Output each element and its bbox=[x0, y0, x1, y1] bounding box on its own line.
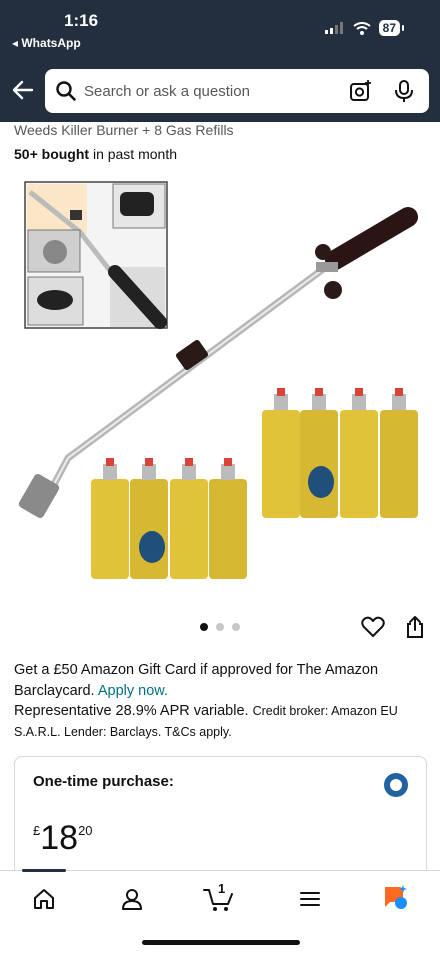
search-bar[interactable]: Search or ask a question bbox=[45, 69, 429, 113]
back-arrow-icon[interactable] bbox=[10, 77, 36, 103]
barclaycard-promo: Get a £50 Amazon Gift Card if approved f… bbox=[14, 660, 430, 742]
status-time: 1:16 bbox=[64, 11, 99, 30]
price-fraction: 20 bbox=[78, 823, 93, 838]
nav-active-indicator bbox=[22, 869, 66, 872]
apr-text: Representative 28.9% APR variable. bbox=[14, 703, 249, 719]
bought-count: 50+ bought bbox=[14, 146, 90, 162]
heart-icon[interactable] bbox=[361, 616, 385, 638]
status-icons: 87 bbox=[324, 20, 405, 36]
signal-icon bbox=[324, 22, 343, 34]
gas-canisters-back bbox=[262, 388, 418, 518]
gallery-dot-2[interactable] bbox=[216, 623, 224, 631]
product-image[interactable] bbox=[0, 172, 440, 612]
cart-button[interactable]: 1 bbox=[203, 881, 237, 913]
microphone-icon[interactable] bbox=[393, 79, 415, 103]
apply-now-link[interactable]: Apply now. bbox=[98, 683, 168, 699]
account-icon[interactable] bbox=[120, 887, 144, 911]
back-to-whatsapp[interactable]: ◂ WhatsApp bbox=[12, 36, 81, 50]
menu-icon[interactable] bbox=[298, 887, 322, 911]
bought-suffix: in past month bbox=[89, 146, 177, 162]
wifi-icon bbox=[353, 21, 371, 35]
search-input[interactable]: Search or ask a question bbox=[84, 83, 250, 100]
price-currency: £ bbox=[33, 823, 41, 838]
purchase-option-label: One-time purchase: bbox=[33, 773, 174, 790]
purchase-option-radio[interactable] bbox=[384, 773, 408, 797]
search-icon bbox=[56, 81, 76, 101]
price-whole: 18 bbox=[40, 819, 79, 857]
product-title[interactable]: Weeds Killer Burner + 8 Gas Refills bbox=[14, 122, 234, 138]
home-indicator bbox=[142, 940, 300, 945]
home-icon[interactable] bbox=[32, 887, 56, 911]
gas-canisters-front bbox=[91, 458, 247, 579]
cart-count: 1 bbox=[218, 881, 226, 896]
camera-search-icon[interactable] bbox=[349, 79, 373, 103]
top-header: 1:16 ◂ WhatsApp 87 Search or ask a quest… bbox=[0, 0, 440, 122]
bought-in-past-month: 50+ bought in past month bbox=[14, 146, 177, 162]
promo-text: Get a £50 Amazon Gift Card if approved f… bbox=[14, 662, 379, 699]
battery-indicator: 87 bbox=[378, 20, 405, 36]
share-icon[interactable] bbox=[404, 615, 426, 639]
price: £1820 bbox=[33, 819, 93, 858]
gallery-dot-3[interactable] bbox=[232, 623, 240, 631]
gallery-pagination[interactable] bbox=[200, 623, 240, 631]
gallery-dot-1[interactable] bbox=[200, 623, 208, 631]
rufus-icon[interactable] bbox=[381, 883, 411, 911]
